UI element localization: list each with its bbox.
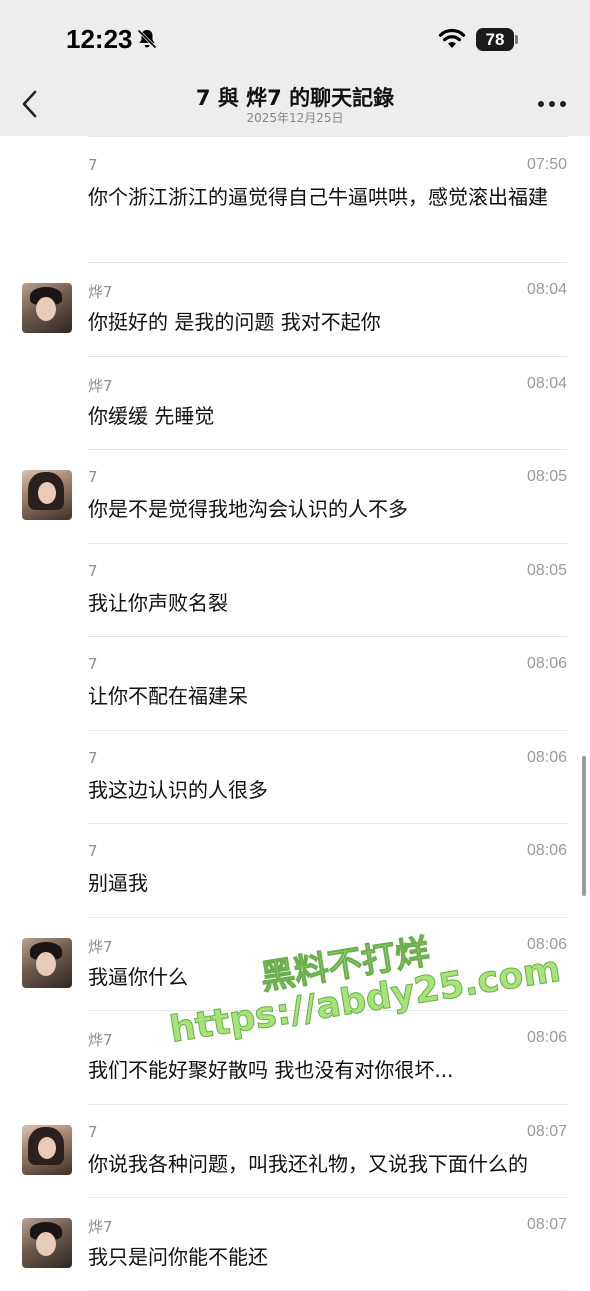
- message-time: 08:06: [526, 655, 567, 672]
- battery-icon: 78: [476, 28, 514, 51]
- message-text: 我逼你什么: [88, 965, 188, 989]
- message-item[interactable]: 7 08:06 让你不配在福建呆: [0, 637, 590, 731]
- message-item[interactable]: 7 08:06 别逼我: [0, 824, 590, 918]
- message-sender: 烨7: [88, 377, 113, 395]
- message-text: 我们不能好聚好散吗 我也没有对你很坏...: [88, 1058, 454, 1082]
- message-time: 08:05: [526, 468, 567, 485]
- message-text: 我只是问你能不能还: [88, 1245, 268, 1269]
- battery-tip: [515, 35, 518, 44]
- message-time: 07:50: [526, 156, 567, 173]
- message-item[interactable]: 7 08:06 我这边认识的人很多: [0, 731, 590, 824]
- message-text: 你缓缓 先睡觉: [88, 404, 215, 428]
- message-item[interactable]: 烨7 08:06 我逼你什么: [0, 918, 590, 1011]
- message-time: 08:05: [526, 562, 567, 579]
- message-time: 08:04: [526, 281, 567, 298]
- message-time: 08:07: [526, 1123, 567, 1140]
- message-text: 你是不是觉得我地沟会认识的人不多: [88, 497, 408, 521]
- message-sender: 烨7: [88, 1218, 113, 1236]
- message-time: 08:06: [526, 1029, 567, 1046]
- message-sender: 7: [88, 562, 98, 580]
- message-list[interactable]: 7 07:50 你个浙江浙江的逼觉得自己牛逼哄哄，感觉滚出福建烨7 08:04 你挺好的…: [0, 136, 590, 1291]
- message-text: 别逼我: [88, 871, 148, 895]
- message-sender: 7: [88, 468, 98, 486]
- message-item[interactable]: 烨7 08:04 你挺好的 是我的问题 我对不起你: [0, 263, 590, 357]
- message-sender: 7: [88, 156, 98, 174]
- bell-slash-icon: [137, 29, 157, 49]
- wifi-icon: [438, 28, 466, 48]
- message-text: 你个浙江浙江的逼觉得自己牛逼哄哄，感觉滚出福建: [88, 185, 548, 209]
- message-sender: 烨7: [88, 938, 113, 956]
- avatar[interactable]: [22, 470, 72, 520]
- avatar[interactable]: [22, 1218, 72, 1268]
- chat-date: 2025年12月25日: [246, 111, 344, 125]
- message-sender: 7: [88, 842, 98, 860]
- message-item[interactable]: 烨7 08:04 你缓缓 先睡觉: [0, 357, 590, 450]
- message-sender: 烨7: [88, 1031, 113, 1049]
- message-time: 08:04: [526, 375, 567, 392]
- avatar[interactable]: [22, 938, 72, 988]
- message-text: 你说我各种问题，叫我还礼物，又说我下面什么的: [88, 1152, 528, 1176]
- message-divider: [88, 136, 567, 137]
- message-item[interactable]: 7 08:07 你说我各种问题，叫我还礼物，又说我下面什么的: [0, 1105, 590, 1198]
- status-bar: 12:23 78: [0, 0, 590, 80]
- scrollbar[interactable]: [582, 756, 586, 896]
- message-text: 你挺好的 是我的问题 我对不起你: [88, 310, 381, 334]
- chat-title: 7 與 烨7 的聊天記錄: [195, 86, 395, 110]
- message-time: 08:06: [526, 936, 567, 953]
- message-text: 让你不配在福建呆: [88, 684, 248, 708]
- message-sender: 烨7: [88, 283, 113, 301]
- avatar[interactable]: [22, 283, 72, 333]
- message-time: 08:06: [526, 842, 567, 859]
- message-sender: 7: [88, 655, 98, 673]
- message-time: 08:06: [526, 749, 567, 766]
- avatar[interactable]: [22, 1125, 72, 1175]
- message-sender: 7: [88, 1123, 98, 1141]
- message-text: 我这边认识的人很多: [88, 778, 268, 802]
- message-item[interactable]: 烨7 08:06 我们不能好聚好散吗 我也没有对你很坏...: [0, 1011, 590, 1105]
- message-item[interactable]: 7 08:05 你是不是觉得我地沟会认识的人不多: [0, 450, 590, 544]
- message-item[interactable]: 7 07:50 你个浙江浙江的逼觉得自己牛逼哄哄，感觉滚出福建: [0, 136, 590, 263]
- message-text: 我让你声败名裂: [88, 591, 228, 615]
- more-icon[interactable]: [536, 98, 568, 110]
- message-item[interactable]: 7 08:05 我让你声败名裂: [0, 544, 590, 637]
- message-sender: 7: [88, 749, 98, 767]
- message-time: 08:07: [526, 1216, 567, 1233]
- status-time: 12:23: [66, 24, 133, 54]
- message-item[interactable]: 烨7 08:07 我只是问你能不能还: [0, 1198, 590, 1291]
